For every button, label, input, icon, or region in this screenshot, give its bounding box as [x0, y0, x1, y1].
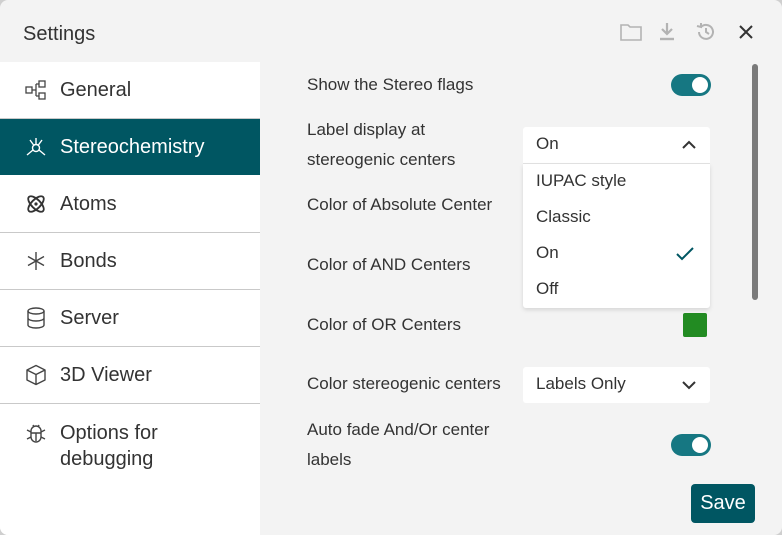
auto-fade-toggle[interactable] — [671, 434, 711, 456]
color-stereogenic-label: Color stereogenic centers — [307, 374, 501, 393]
dialog-title: Settings — [23, 23, 96, 45]
sidebar-item-label: 3D Viewer — [60, 364, 152, 386]
cube-icon — [24, 363, 48, 387]
sidebar-item-general[interactable]: General — [0, 62, 260, 119]
bug-icon — [24, 421, 48, 445]
sidebar-item-label: Options for — [60, 422, 158, 444]
label-display-label: stereogenic centers — [307, 150, 456, 169]
stereo-atom-icon — [24, 135, 48, 159]
chevron-up-icon — [682, 137, 696, 157]
show-stereo-flags-label: Show the Stereo flags — [307, 75, 474, 94]
sidebar-item-server[interactable]: Server — [0, 290, 260, 347]
color-absolute-label: Color of Absolute Center — [307, 195, 493, 214]
sidebar-item-atoms[interactable]: Atoms — [0, 175, 260, 233]
dropdown-option-off[interactable]: Off — [523, 272, 710, 308]
folder-icon[interactable] — [619, 20, 643, 44]
sidebar-item-label: Bonds — [60, 250, 117, 272]
label-display-select[interactable]: On — [523, 127, 710, 164]
color-stereogenic-value: Labels Only — [536, 374, 626, 393]
dropdown-option-iupac[interactable]: IUPAC style — [523, 164, 710, 200]
color-stereogenic-select[interactable]: Labels Only — [523, 367, 710, 403]
chevron-down-icon — [682, 377, 696, 397]
hierarchy-icon — [24, 78, 48, 102]
dropdown-option-label: On — [536, 243, 559, 262]
sidebar-item-label: Server — [60, 307, 119, 329]
atom-icon — [24, 192, 48, 216]
sidebar-item-stereochemistry[interactable]: Stereochemistry — [0, 119, 260, 175]
auto-fade-label: Auto fade And/Or center — [307, 420, 490, 439]
history-icon[interactable] — [694, 20, 718, 44]
checkmark-icon — [676, 246, 694, 266]
dropdown-option-label: Off — [536, 279, 559, 298]
scrollbar[interactable] — [752, 64, 758, 460]
sidebar-item-label: General — [60, 79, 132, 101]
save-button[interactable]: Save — [691, 484, 755, 523]
auto-fade-label: labels — [307, 450, 352, 469]
dropdown-option-label: IUPAC style — [536, 171, 627, 190]
color-or-label: Color of OR Centers — [307, 315, 461, 334]
asterisk-icon — [24, 249, 48, 273]
close-icon[interactable] — [734, 20, 758, 44]
sidebar-item-label: Atoms — [60, 193, 117, 215]
sidebar-item-debugging[interactable]: Options for debugging — [0, 404, 260, 484]
show-stereo-flags-toggle[interactable] — [671, 74, 711, 96]
dropdown-option-classic[interactable]: Classic — [523, 200, 710, 236]
dropdown-option-on[interactable]: On — [523, 236, 710, 272]
sidebar: General Stereochemistry Atoms Bonds Serv — [0, 62, 260, 535]
label-display-dropdown: IUPAC style Classic On Off — [523, 164, 710, 308]
settings-panel: Show the Stereo flags Label display at s… — [260, 62, 782, 472]
dropdown-option-label: Classic — [536, 207, 591, 226]
sidebar-item-3d-viewer[interactable]: 3D Viewer — [0, 347, 260, 404]
label-display-label: Label display at — [307, 120, 426, 139]
color-and-label: Color of AND Centers — [307, 255, 471, 274]
color-or-swatch[interactable] — [683, 313, 707, 337]
download-icon[interactable] — [655, 20, 679, 44]
sidebar-item-bonds[interactable]: Bonds — [0, 233, 260, 290]
label-display-value: On — [536, 134, 559, 153]
database-icon — [24, 306, 48, 330]
sidebar-item-label: Stereochemistry — [60, 136, 205, 158]
settings-dialog: Settings General Stereochemistry Atoms B… — [0, 0, 782, 535]
dialog-header: Settings — [0, 0, 782, 62]
sidebar-item-label: debugging — [60, 448, 154, 470]
scrollbar-thumb[interactable] — [752, 64, 758, 300]
